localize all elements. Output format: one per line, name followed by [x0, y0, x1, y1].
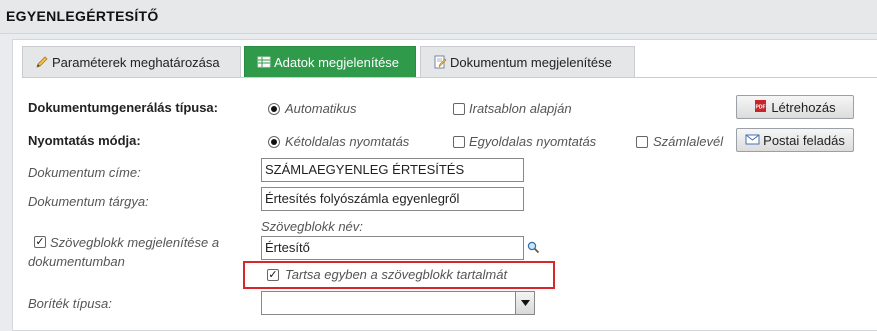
szamlalevel-label: Számlalevél [653, 134, 724, 149]
envelope-icon [745, 133, 760, 148]
textblock-name-input[interactable]: Értesítő [261, 236, 524, 260]
table-icon [257, 55, 271, 69]
pdf-icon: PDF [754, 99, 767, 116]
tab-label: Paraméterek meghatározása [52, 54, 220, 70]
search-icon[interactable] [527, 241, 540, 257]
doc-title-label: Dokumentum címe: [28, 165, 141, 180]
textblock-show-checkbox[interactable]: ✓ [34, 236, 46, 248]
create-button-label: Létrehozás [771, 99, 836, 115]
tab-label: Adatok megjelenítése [274, 54, 400, 70]
print-duplex-label: Kétoldalas nyomtatás [285, 134, 410, 149]
postal-button-label: Postai feladás [763, 132, 845, 148]
envelope-type-select[interactable] [261, 291, 535, 315]
svg-text:PDF: PDF [756, 104, 766, 110]
print-duplex-radio[interactable] [268, 136, 280, 148]
chevron-down-icon[interactable] [515, 292, 534, 314]
tab-parameters[interactable]: Paraméterek meghatározása [22, 46, 241, 77]
page-title: EGYENLEGÉRTESÍTŐ [6, 8, 159, 24]
create-button[interactable]: PDF Létrehozás [736, 95, 854, 119]
print-simplex-checkbox[interactable] [453, 136, 465, 148]
doc-subject-input[interactable]: Értesítés folyószámla egyenlegről [261, 187, 524, 211]
postal-button[interactable]: Postai feladás [736, 128, 854, 152]
doc-type-automatic-label: Automatikus [285, 101, 357, 116]
textblock-name-label: Szövegblokk név: [261, 219, 363, 234]
textblock-show-label-line1: Szövegblokk megjelenítése a [50, 235, 220, 250]
envelope-type-label: Boríték típusa: [28, 296, 112, 311]
print-mode-label: Nyomtatás módja: [28, 133, 141, 148]
doc-type-automatic-radio[interactable] [268, 103, 280, 115]
textblock-show-label-line2: dokumentumban [28, 254, 125, 269]
tab-data-display[interactable]: Adatok megjelenítése [244, 46, 416, 77]
page-header: EGYENLEGÉRTESÍTŐ [0, 0, 877, 34]
keep-together-checkbox[interactable]: ✓ [267, 269, 279, 281]
doc-type-template-checkbox[interactable] [453, 103, 465, 115]
doc-type-template-label: Iratsablon alapján [469, 101, 572, 116]
szamlalevel-checkbox[interactable] [636, 136, 648, 148]
tab-document-display[interactable]: Dokumentum megjelenítése [420, 46, 635, 77]
print-simplex-label: Egyoldalas nyomtatás [469, 134, 597, 149]
keep-together-label: Tartsa egyben a szövegblokk tartalmát [285, 267, 508, 282]
doc-subject-label: Dokumentum tárgya: [28, 194, 149, 209]
tab-label: Dokumentum megjelenítése [450, 54, 612, 70]
pencil-icon [35, 55, 49, 69]
doc-title-input[interactable]: SZÁMLAEGYENLEG ÉRTESÍTÉS [261, 158, 524, 182]
document-edit-icon [433, 55, 447, 69]
tab-divider [22, 77, 877, 78]
doc-type-label: Dokumentumgenerálás típusa: [28, 100, 218, 115]
